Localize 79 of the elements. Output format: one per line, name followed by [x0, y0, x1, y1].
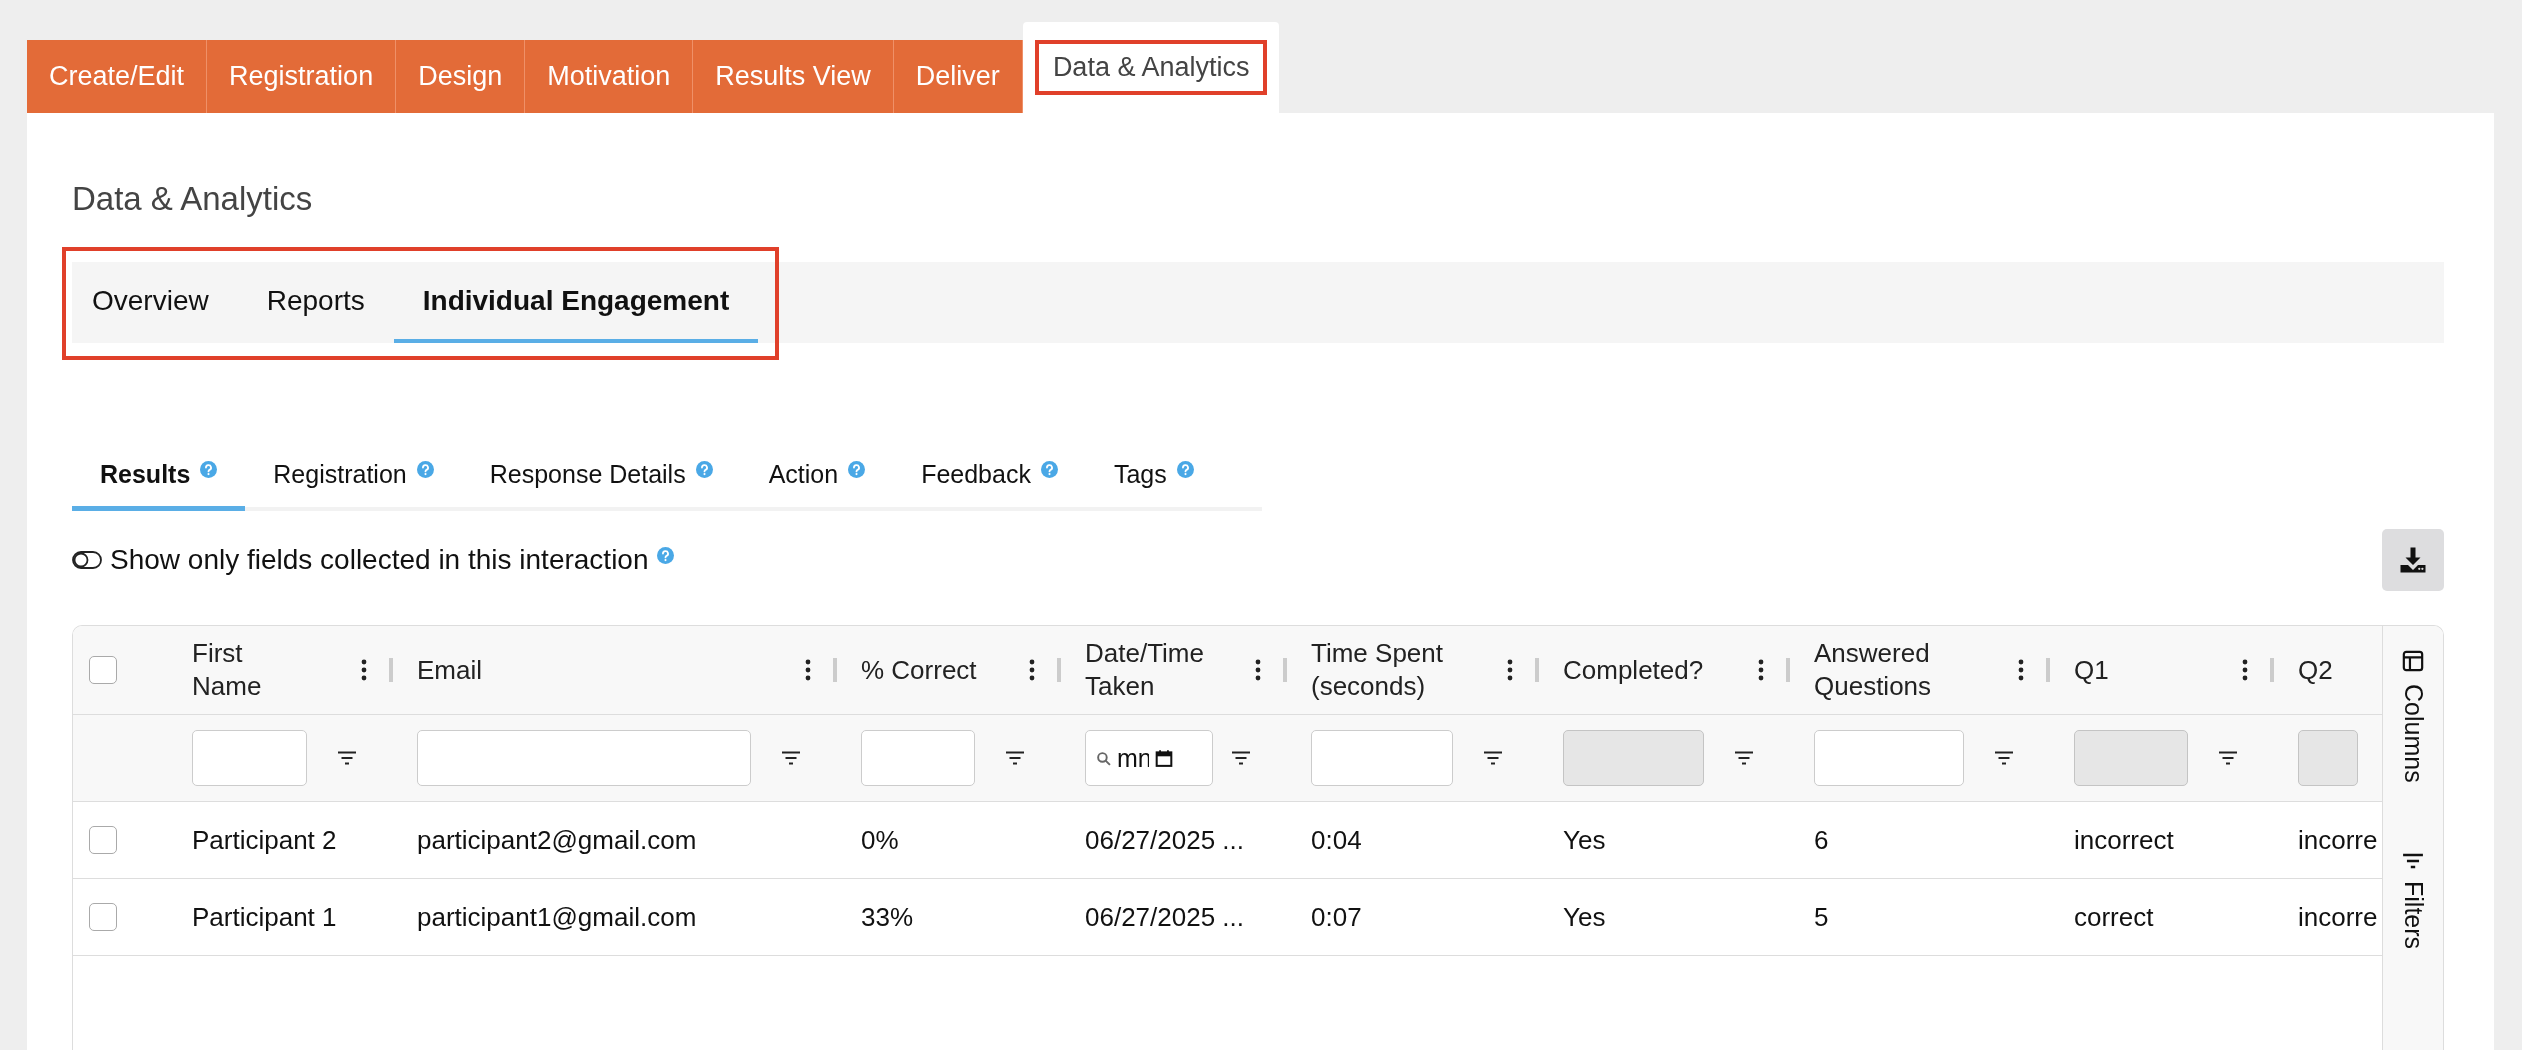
table-cell: Participant 2 — [192, 824, 337, 856]
section-tab[interactable]: Registration — [245, 443, 462, 511]
toggle-switch[interactable] — [72, 551, 102, 569]
kebab-menu-icon[interactable] — [1029, 659, 1035, 681]
download-button[interactable] — [2382, 529, 2444, 591]
table-cell: correct — [2074, 901, 2154, 933]
filter-field[interactable] — [417, 730, 751, 786]
view-tab[interactable]: Individual Engagement — [393, 262, 759, 343]
table-cell: Participant 1 — [192, 901, 337, 933]
column-header[interactable]: Q2 — [2298, 653, 2333, 687]
kebab-menu-icon[interactable] — [1507, 659, 1513, 681]
kebab-menu-icon[interactable] — [1255, 659, 1261, 681]
view-tab[interactable]: Overview — [92, 262, 238, 343]
filter-icon[interactable] — [1231, 751, 1251, 765]
table-cell: incorre — [2298, 824, 2378, 856]
table-cell: 33% — [861, 901, 914, 933]
column-header[interactable]: Time Spent (seconds) — [1311, 637, 1457, 703]
table-cell: 06/27/2025 ... — [1085, 901, 1245, 933]
help-icon[interactable] — [848, 461, 866, 478]
table-cell: 6 — [1814, 824, 1829, 856]
view-tab[interactable]: Reports — [237, 262, 394, 343]
filter-icon[interactable] — [1483, 751, 1503, 765]
table-cell: 0:04 — [1311, 824, 1362, 856]
table-cell: Yes — [1563, 901, 1606, 933]
filter-icon[interactable] — [781, 751, 801, 765]
table-cell: participant2@gmail.com — [417, 824, 697, 856]
columns-icon — [2402, 650, 2424, 672]
search-icon — [1096, 750, 1111, 766]
nav-tab[interactable]: Data & Analytics — [1022, 22, 1280, 113]
section-tab[interactable]: Results — [72, 443, 246, 511]
help-icon[interactable] — [1176, 461, 1194, 478]
filter-icon[interactable] — [1005, 751, 1025, 765]
table-cell: incorrect — [2074, 824, 2174, 856]
column-header[interactable]: Q1 — [2074, 653, 2192, 687]
kebab-menu-icon[interactable] — [2018, 659, 2024, 681]
side-panel-button[interactable]: Columns — [2398, 650, 2428, 783]
help-icon[interactable] — [1040, 461, 1058, 478]
row-checkbox[interactable] — [89, 826, 117, 854]
table-cell: Yes — [1563, 824, 1606, 856]
column-header[interactable]: Email — [417, 653, 755, 687]
section-tab[interactable]: Tags — [1085, 443, 1222, 511]
table-cell: 0:07 — [1311, 901, 1362, 933]
table-cell: 0% — [861, 824, 899, 856]
kebab-menu-icon[interactable] — [805, 659, 811, 681]
page-title: Data & Analytics — [72, 179, 314, 219]
table-cell: 5 — [1814, 901, 1829, 933]
kebab-menu-icon[interactable] — [1758, 659, 1764, 681]
filter-icon[interactable] — [1994, 751, 2014, 765]
filter-icon[interactable] — [337, 751, 357, 765]
kebab-menu-icon[interactable] — [2242, 659, 2248, 681]
help-icon[interactable] — [695, 461, 713, 478]
column-header[interactable]: Answered Questions — [1814, 637, 1968, 703]
column-header[interactable]: Completed? — [1563, 653, 1708, 687]
filter-icon — [2402, 852, 2424, 869]
table-cell: participant1@gmail.com — [417, 901, 697, 933]
toggle-label: Show only fields collected in this interaction — [110, 544, 649, 576]
column-header[interactable]: First Name — [192, 637, 311, 703]
filter-field[interactable] — [1311, 730, 1453, 786]
section-tab[interactable]: Action — [740, 443, 894, 511]
filter-field[interactable] — [1814, 730, 1964, 786]
side-panel-button[interactable]: Filters — [2398, 852, 2428, 949]
table-cell: incorre — [2298, 901, 2378, 933]
calendar-icon[interactable] — [1155, 749, 1173, 767]
help-icon[interactable] — [656, 546, 674, 564]
row-checkbox[interactable] — [89, 903, 117, 931]
section-tab[interactable]: Response Details — [461, 443, 741, 511]
column-header[interactable]: % Correct — [861, 653, 979, 687]
filter-field[interactable] — [861, 730, 975, 786]
help-icon[interactable] — [416, 461, 434, 478]
table-cell: 06/27/2025 ... — [1085, 824, 1245, 856]
section-tab[interactable]: Feedback — [893, 443, 1086, 511]
download-icon — [2398, 545, 2428, 575]
filter-field[interactable] — [192, 730, 307, 786]
column-header[interactable]: Date/Time Taken — [1085, 637, 1205, 703]
kebab-menu-icon[interactable] — [361, 659, 367, 681]
filter-icon[interactable] — [1734, 751, 1754, 765]
help-icon[interactable] — [200, 461, 218, 478]
filter-icon[interactable] — [2218, 751, 2238, 765]
select-all-checkbox[interactable] — [89, 656, 117, 684]
